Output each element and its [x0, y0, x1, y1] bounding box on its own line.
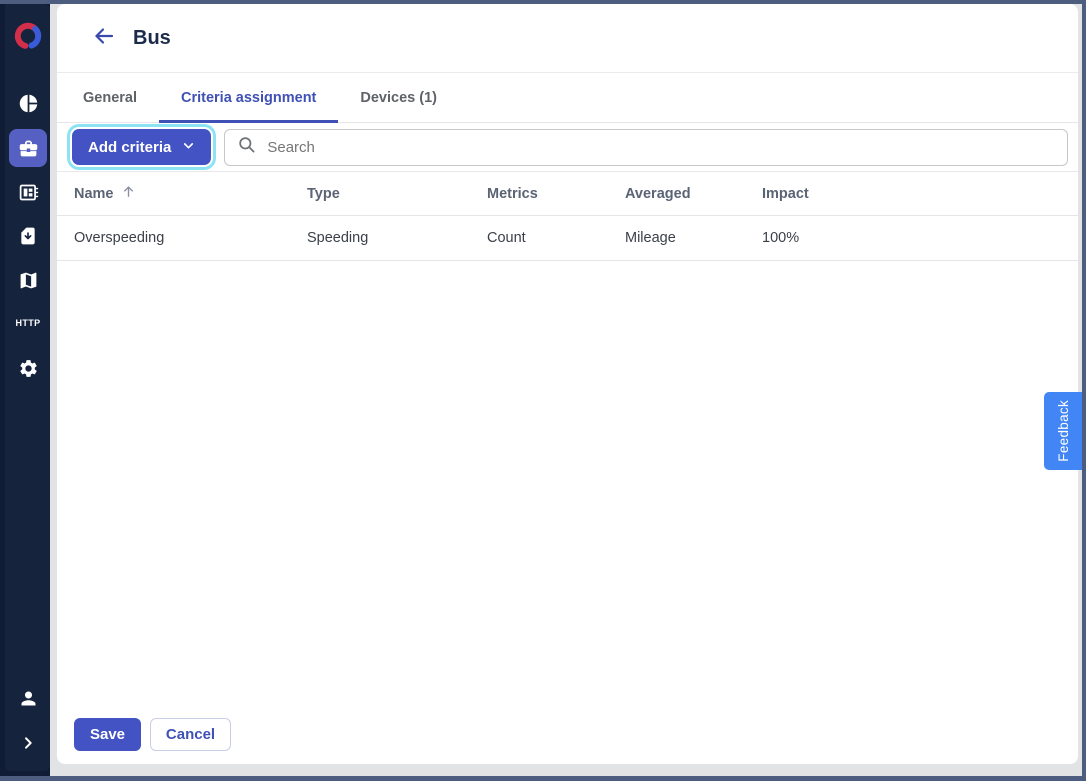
save-button[interactable]: Save: [74, 718, 141, 751]
cell-averaged: Mileage: [625, 230, 762, 246]
column-header-metrics[interactable]: Metrics: [487, 186, 625, 202]
page-header: Bus: [57, 4, 1078, 73]
add-criteria-label: Add criteria: [88, 139, 171, 156]
column-header-averaged[interactable]: Averaged: [625, 186, 762, 202]
sidebar-item-sim-cards[interactable]: [9, 217, 47, 255]
tab-bar: General Criteria assignment Devices (1): [57, 73, 1078, 123]
modules-icon: [18, 182, 39, 203]
tab-devices[interactable]: Devices (1): [338, 73, 459, 122]
cell-impact: 100%: [762, 230, 1078, 246]
brand-logo[interactable]: [8, 18, 48, 58]
arrow-left-icon: [92, 24, 116, 53]
feedback-button[interactable]: Feedback: [1044, 392, 1082, 470]
table-row[interactable]: Overspeeding Speeding Count Mileage 100%: [57, 216, 1078, 261]
sim-card-icon: [18, 226, 38, 246]
sidebar-item-modules[interactable]: [9, 173, 47, 211]
pie-chart-icon: [18, 93, 39, 114]
chevron-down-icon: [182, 139, 195, 156]
column-header-name[interactable]: Name: [74, 184, 307, 203]
main-panel: Bus General Criteria assignment Devices …: [57, 4, 1078, 764]
briefcase-icon: [18, 138, 39, 159]
sidebar-item-analytics[interactable]: [9, 84, 47, 122]
tab-general[interactable]: General: [61, 73, 159, 122]
add-criteria-button[interactable]: Add criteria: [72, 129, 211, 165]
sort-ascending-icon: [121, 184, 136, 203]
chevron-right-icon: [20, 735, 36, 751]
column-header-type[interactable]: Type: [307, 186, 487, 202]
toolbar: Add criteria: [57, 123, 1078, 172]
column-header-impact[interactable]: Impact: [762, 186, 1078, 202]
cell-metrics: Count: [487, 230, 625, 246]
sidebar: HTTP: [5, 4, 50, 771]
http-icon: HTTP: [15, 318, 40, 328]
sidebar-item-fleet[interactable]: [9, 129, 47, 167]
sidebar-item-map[interactable]: [9, 261, 47, 299]
table-header: Name Type Metrics Averaged Impact: [57, 172, 1078, 216]
feedback-label: Feedback: [1056, 400, 1071, 462]
search-field: [224, 129, 1068, 166]
sidebar-expand-toggle[interactable]: [9, 724, 47, 762]
sidebar-item-account[interactable]: [9, 679, 47, 717]
window-frame-right: [1082, 4, 1086, 776]
sidebar-item-http[interactable]: HTTP: [9, 304, 47, 342]
search-icon: [237, 135, 256, 159]
form-actions: Save Cancel: [74, 718, 231, 751]
map-icon: [18, 270, 39, 291]
back-button[interactable]: [92, 26, 116, 50]
cell-name: Overspeeding: [74, 230, 307, 246]
sidebar-item-settings[interactable]: [9, 349, 47, 387]
brand-logo-icon: [11, 19, 45, 58]
app-window: HTTP: [0, 0, 1086, 781]
tab-criteria-assignment[interactable]: Criteria assignment: [159, 73, 338, 122]
gear-icon: [18, 358, 39, 379]
user-icon: [18, 688, 39, 709]
cancel-button[interactable]: Cancel: [150, 718, 231, 751]
cell-type: Speeding: [307, 230, 487, 246]
page-title: Bus: [133, 27, 171, 50]
window-frame-bottom: [0, 776, 1086, 781]
search-input[interactable]: [267, 139, 1055, 156]
